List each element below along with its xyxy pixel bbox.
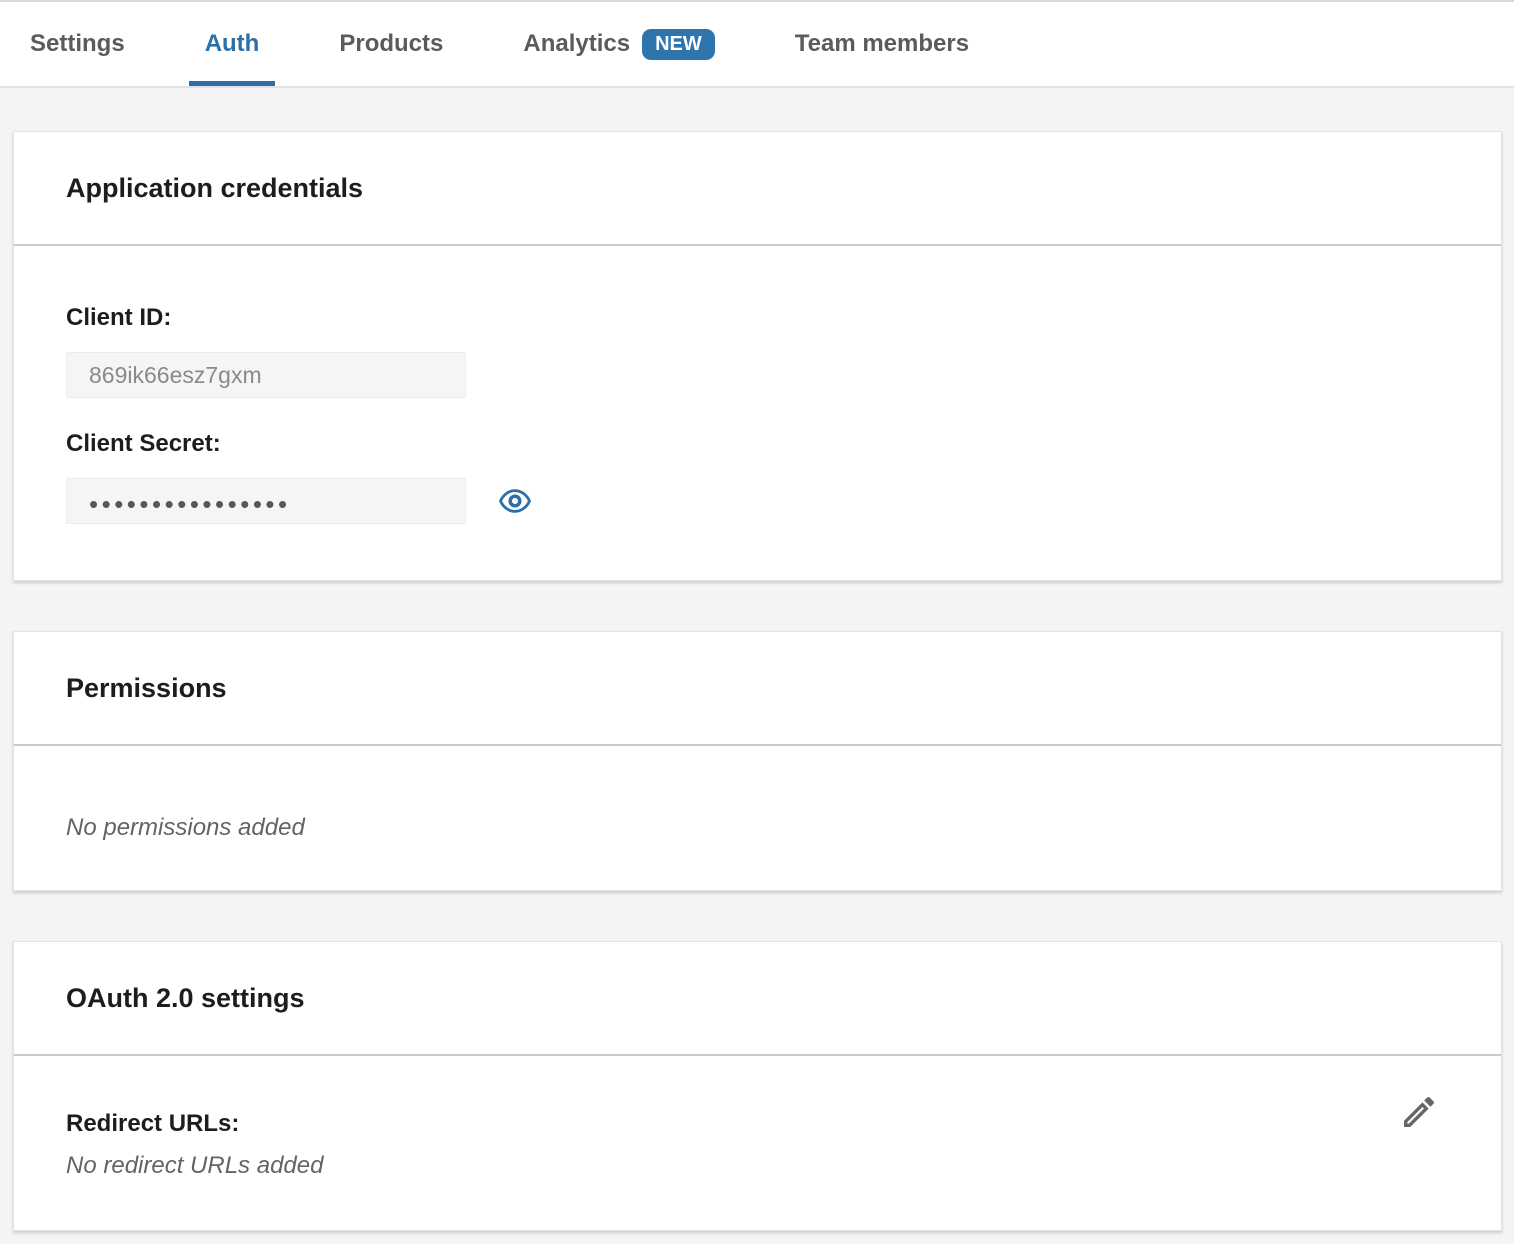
- client-secret-field[interactable]: ••••••••••••••••: [66, 478, 466, 524]
- client-id-field[interactable]: 869ik66esz7gxm: [66, 352, 466, 398]
- client-secret-masked-value: ••••••••••••••••: [89, 485, 291, 517]
- permissions-body: No permissions added: [14, 746, 1501, 890]
- new-badge: NEW: [642, 29, 715, 60]
- application-credentials-title: Application credentials: [66, 173, 363, 204]
- permissions-title: Permissions: [66, 673, 227, 704]
- oauth-settings-body: Redirect URLs: No redirect URLs added: [14, 1056, 1501, 1230]
- tab-analytics[interactable]: Analytics NEW: [507, 2, 730, 86]
- redirect-urls-label: Redirect URLs:: [66, 1110, 1449, 1138]
- permissions-header: Permissions: [14, 632, 1501, 746]
- client-id-value: 869ik66esz7gxm: [89, 362, 262, 389]
- reveal-secret-button[interactable]: [498, 485, 532, 517]
- permissions-empty-text: No permissions added: [66, 814, 1449, 842]
- tab-products-label: Products: [339, 30, 443, 58]
- client-id-label: Client ID:: [66, 304, 1449, 332]
- tab-settings-label: Settings: [30, 30, 125, 58]
- pencil-edit-icon: [1399, 1092, 1439, 1132]
- edit-redirect-urls-button[interactable]: [1397, 1090, 1441, 1134]
- tab-auth[interactable]: Auth: [189, 2, 276, 86]
- tab-team-members-label: Team members: [795, 30, 969, 58]
- oauth-settings-title: OAuth 2.0 settings: [66, 983, 305, 1014]
- client-secret-label: Client Secret:: [66, 430, 1449, 458]
- permissions-card: Permissions No permissions added: [13, 631, 1502, 891]
- tab-analytics-label: Analytics: [523, 30, 630, 58]
- oauth-settings-header: OAuth 2.0 settings: [14, 942, 1501, 1056]
- application-credentials-body: Client ID: 869ik66esz7gxm Client Secret:…: [14, 246, 1501, 580]
- main-content: Application credentials Client ID: 869ik…: [0, 88, 1514, 1231]
- tab-team-members[interactable]: Team members: [779, 2, 985, 86]
- redirect-urls-empty-text: No redirect URLs added: [66, 1152, 1449, 1180]
- application-credentials-header: Application credentials: [14, 132, 1501, 246]
- app-tab-bar: Settings Auth Products Analytics NEW Tea…: [0, 0, 1514, 88]
- tab-products[interactable]: Products: [323, 2, 459, 86]
- client-secret-row: ••••••••••••••••: [66, 478, 1449, 524]
- tab-settings[interactable]: Settings: [14, 2, 141, 86]
- eye-icon: [499, 487, 531, 515]
- oauth-settings-card: OAuth 2.0 settings Redirect URLs: No red…: [13, 941, 1502, 1231]
- tab-auth-label: Auth: [205, 30, 260, 58]
- application-credentials-card: Application credentials Client ID: 869ik…: [13, 131, 1502, 581]
